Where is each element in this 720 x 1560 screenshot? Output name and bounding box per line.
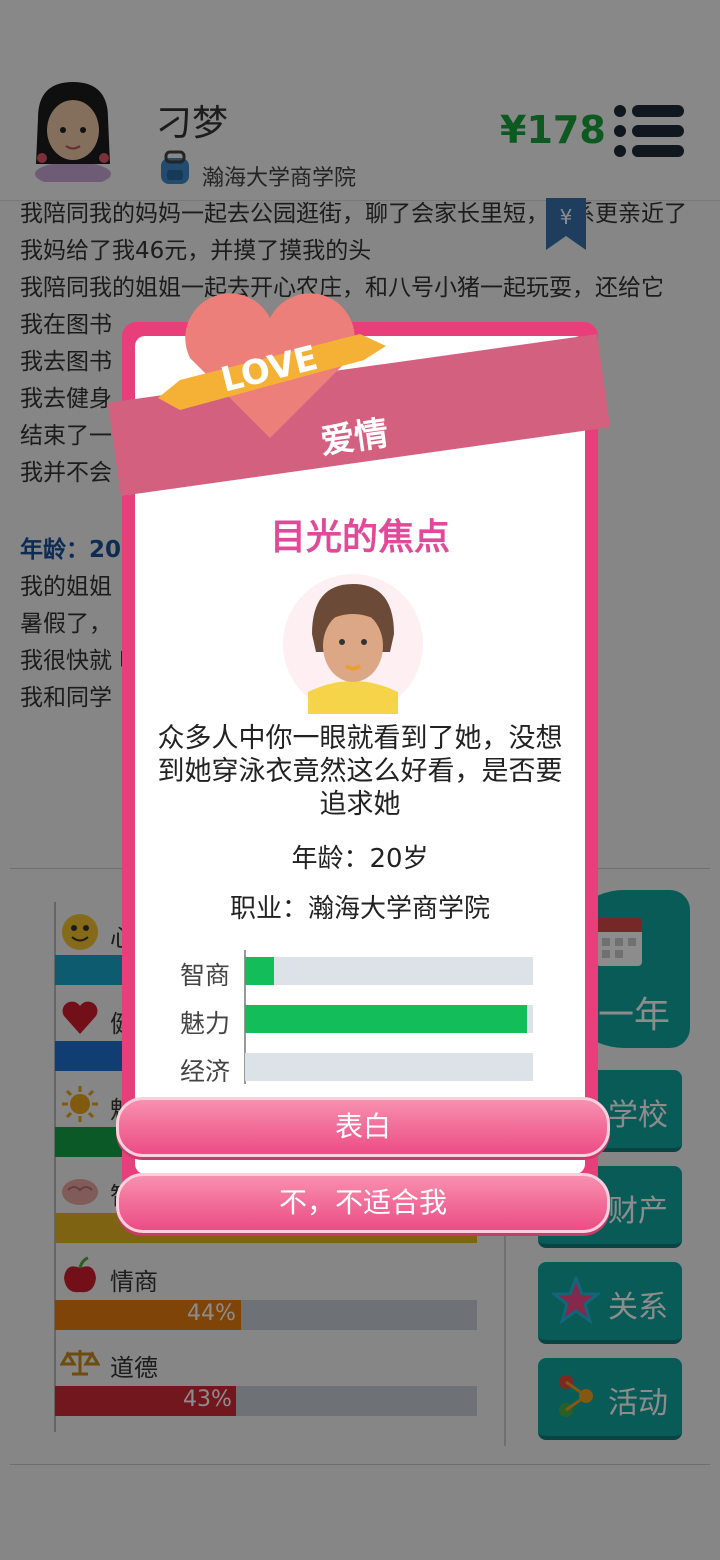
love-heart-icon: LOVE <box>158 293 386 438</box>
attr-fill <box>245 957 274 985</box>
decline-button[interactable]: 不，不适合我 <box>116 1173 610 1233</box>
attr-label-charm: 魅力 <box>180 1009 231 1038</box>
attr-label-economy: 经济 <box>180 1057 231 1086</box>
attr-bar-economy <box>245 1053 533 1081</box>
target-job: 职业：瀚海大学商学院 <box>229 894 490 924</box>
attr-bar-iq <box>245 957 533 985</box>
attr-label-iq: 智商 <box>180 961 231 990</box>
girl-portrait <box>283 574 423 714</box>
dialog-description: 众多人中你一眼就看到了她，没想到她穿泳衣竟然这么好看，是否要追求她 <box>157 723 563 820</box>
confess-button[interactable]: 表白 <box>116 1097 610 1157</box>
attr-fill <box>245 1005 528 1033</box>
attr-bar-charm <box>245 1005 533 1033</box>
dialog-title: 目光的焦点 <box>269 517 450 558</box>
target-age: 年龄：20岁 <box>291 844 429 874</box>
